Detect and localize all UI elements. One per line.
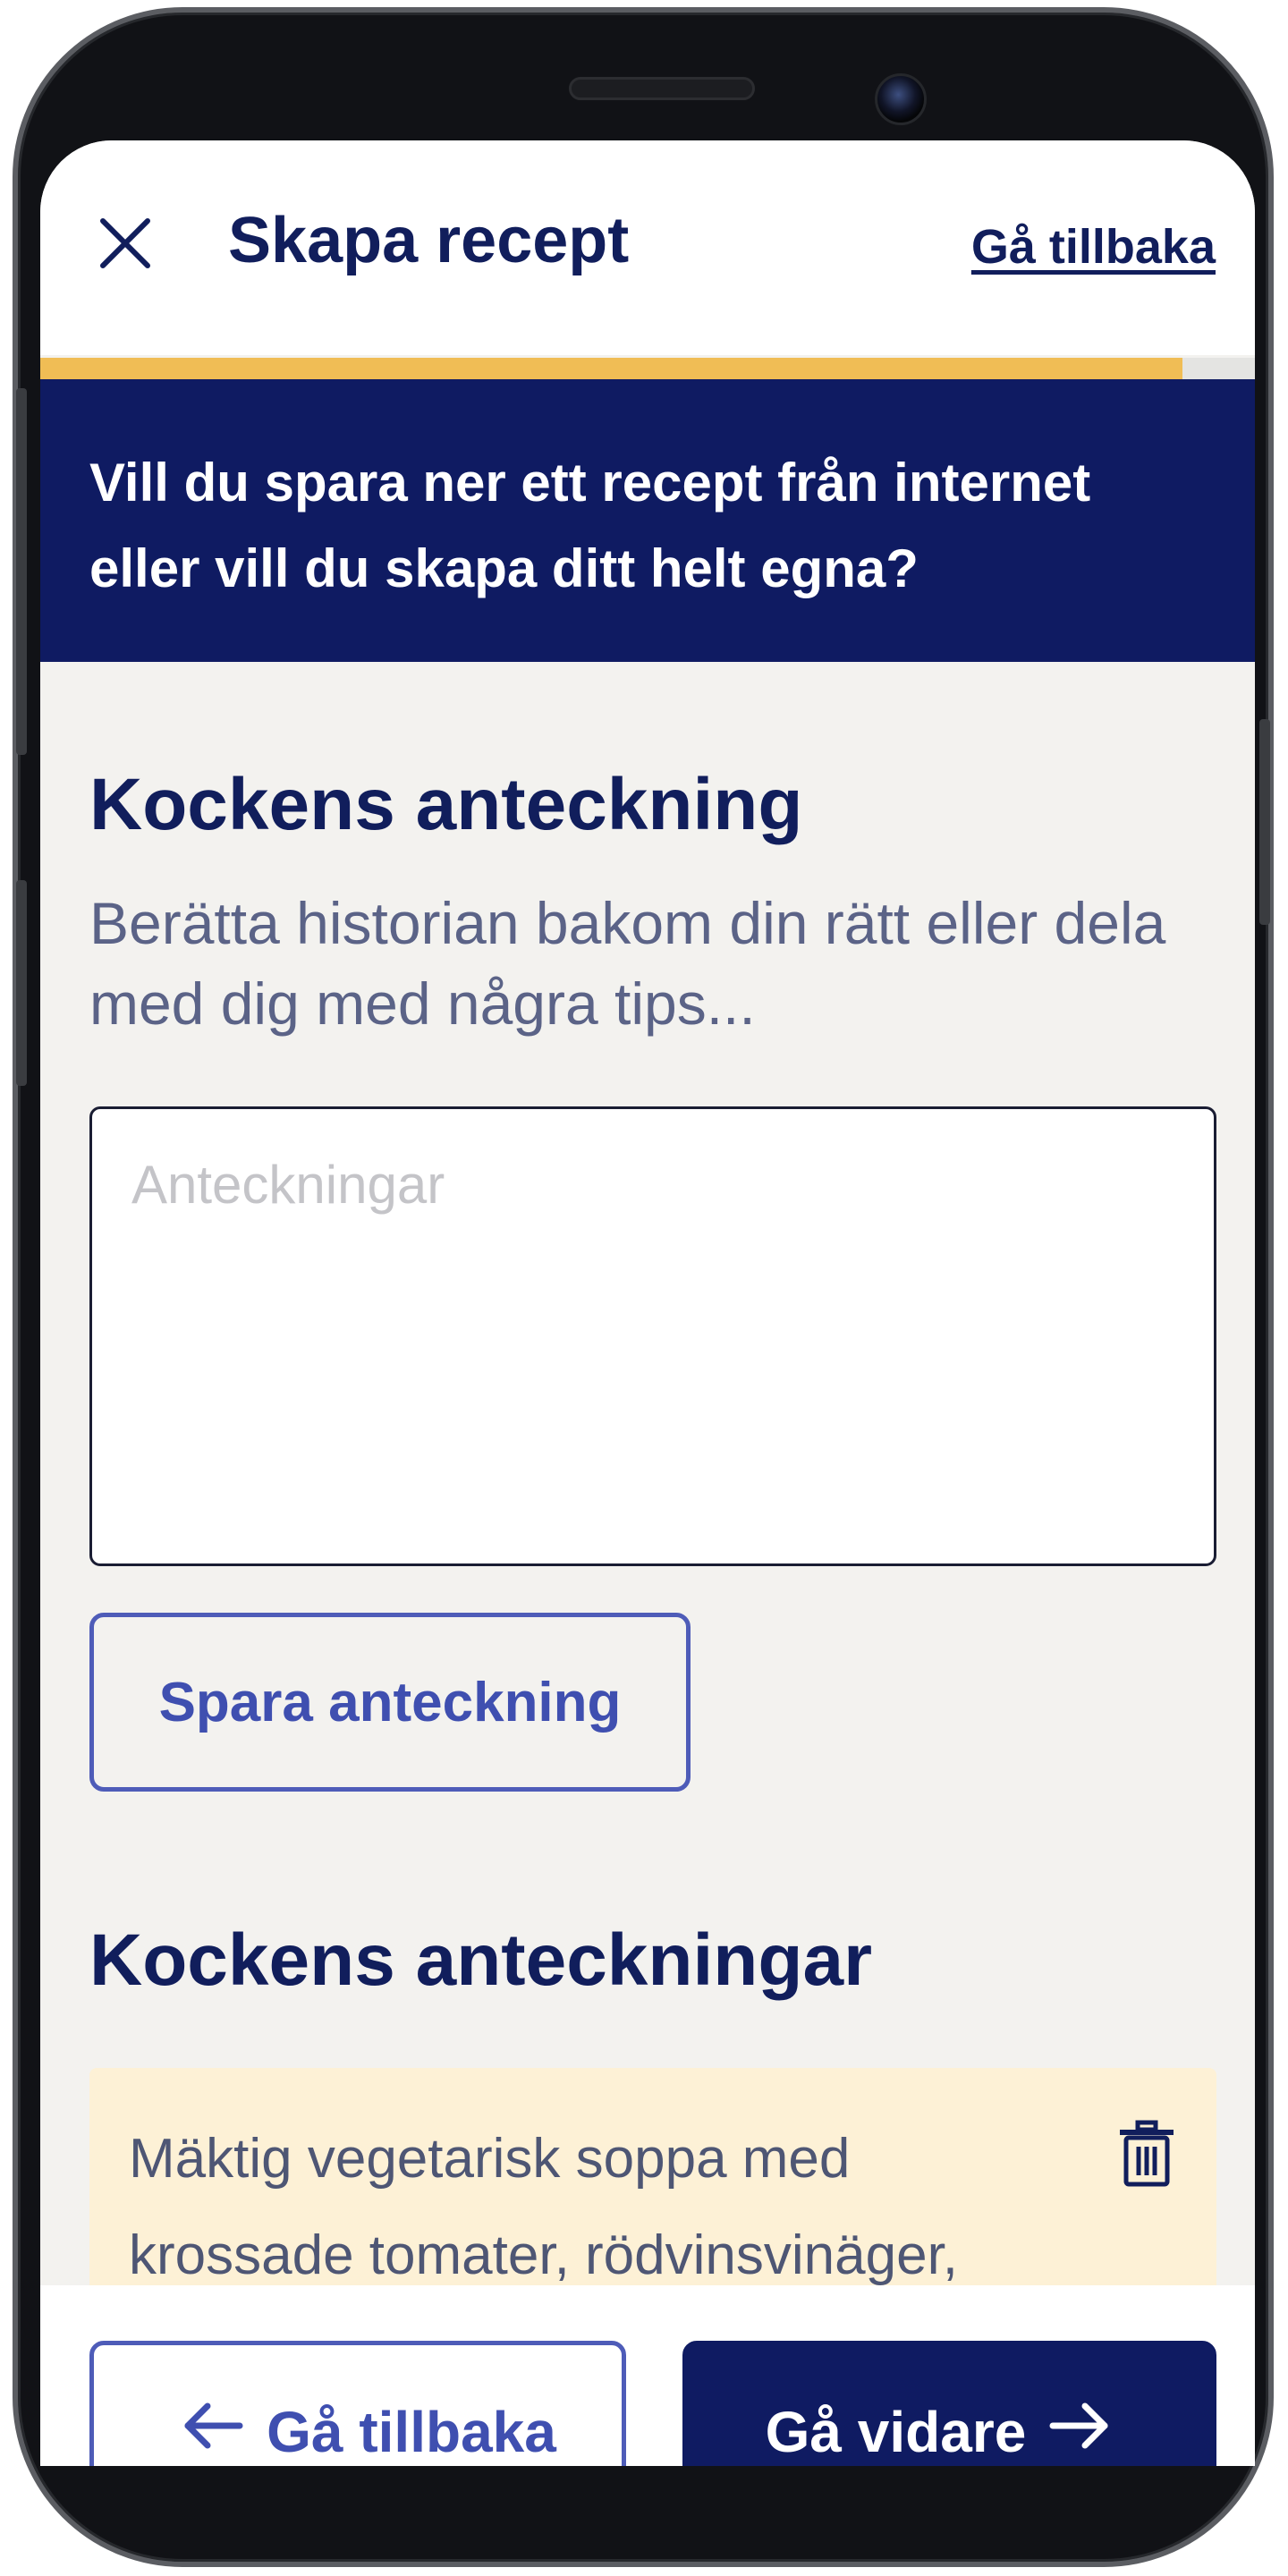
question-banner: Vill du spara ner ett recept från intern… [40,379,1255,662]
banner-text: Vill du spara ner ett recept från intern… [89,453,1091,598]
next-button-label: Gå vidare [765,2400,1027,2464]
close-button[interactable] [94,212,157,275]
earpiece-speaker [569,77,755,100]
arrow-right-icon [1047,2399,1112,2453]
close-icon [100,218,150,268]
delete-note-button[interactable] [1116,2120,1177,2188]
note-heading: Kockens anteckning [89,764,803,845]
save-note-button[interactable]: Spara anteckning [89,1613,691,1792]
power-button [1259,719,1270,925]
app-screen: Skapa recept Gå tillbaka Vill du spara n… [40,140,1255,2466]
bixby-button [16,880,27,1086]
back-button[interactable]: Gå tillbaka [89,2341,626,2466]
volume-button [16,388,27,755]
back-link[interactable]: Gå tillbaka [971,223,1216,271]
note-description: Berätta historian bakom din rätt eller d… [89,890,1166,1037]
arrow-left-icon [181,2399,245,2453]
progress-fill [40,358,1182,379]
note-card-text: Mäktig vegetarisk soppa med krossade tom… [129,2128,959,2286]
notes-list-heading: Kockens anteckningar [89,1919,872,2001]
footer-navigation: Gå tillbaka Gå vidare [40,2285,1255,2466]
next-button[interactable]: Gå vidare [682,2341,1216,2466]
notes-input[interactable] [89,1106,1216,1566]
trash-icon [1120,2120,1174,2187]
progress-bar [40,358,1255,379]
app-header: Skapa recept Gå tillbaka [40,140,1255,355]
back-button-label: Gå tillbaka [267,2400,556,2464]
page-title: Skapa recept [228,205,630,276]
front-camera [875,73,927,125]
